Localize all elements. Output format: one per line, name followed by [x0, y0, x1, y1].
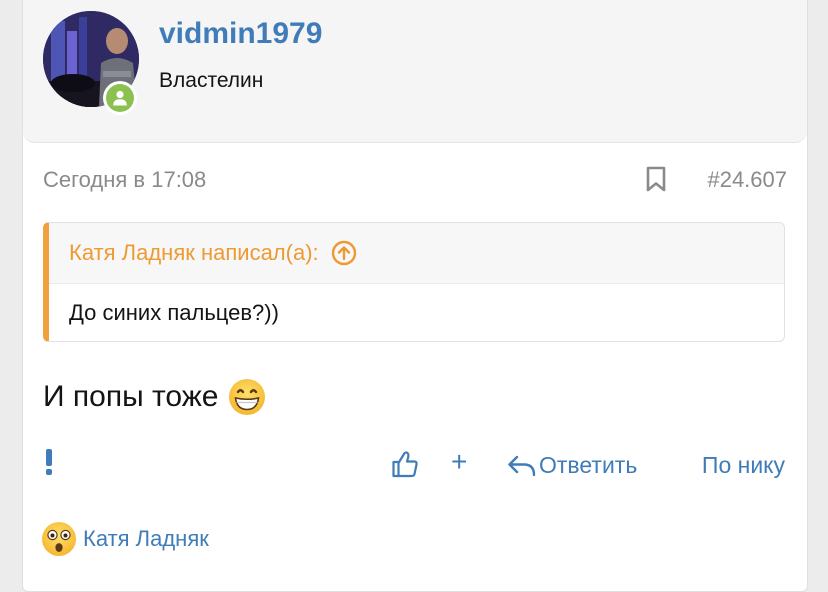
- report-icon[interactable]: [43, 449, 55, 480]
- reply-arrow-icon: [508, 455, 536, 476]
- quote-block: Катя Ладняк написал(а): До синих пальцев…: [43, 222, 785, 342]
- reply-button[interactable]: Ответить: [507, 452, 637, 479]
- like-button[interactable]: [391, 450, 419, 483]
- grinning-face-icon: [228, 378, 266, 416]
- online-status-dot: [106, 84, 134, 112]
- mention-button[interactable]: По нику: [702, 452, 785, 479]
- post-number[interactable]: #24.607: [707, 167, 787, 193]
- plus-icon[interactable]: +: [451, 448, 467, 476]
- quote-header[interactable]: Катя Ладняк написал(а):: [49, 223, 784, 284]
- quote-text: До синих пальцев?)): [69, 300, 279, 325]
- post-card: vidmin1979 Властелин Сегодня в 17:08 #24…: [22, 0, 808, 592]
- arrow-up-circle-icon[interactable]: [331, 240, 357, 266]
- post-user-block: vidmin1979 Властелин: [23, 0, 807, 143]
- bookmark-icon[interactable]: [645, 166, 667, 197]
- user-title: Властелин: [159, 69, 264, 92]
- reply-label: Ответить: [539, 452, 638, 478]
- astonished-face-icon: [41, 521, 77, 557]
- post-message-text: И попы тоже: [43, 380, 219, 413]
- user-icon: [113, 90, 127, 106]
- thumbs-up-icon: [392, 451, 418, 478]
- post-date[interactable]: Сегодня в 17:08: [43, 167, 206, 193]
- username-link[interactable]: vidmin1979: [159, 17, 322, 51]
- quote-author[interactable]: Катя Ладняк написал(а):: [69, 240, 319, 266]
- post-message: И попы тоже: [43, 378, 266, 416]
- online-status-indicator: [103, 81, 137, 115]
- reactions-bar[interactable]: Катя Ладняк: [41, 521, 209, 557]
- reaction-user[interactable]: Катя Ладняк: [83, 526, 209, 552]
